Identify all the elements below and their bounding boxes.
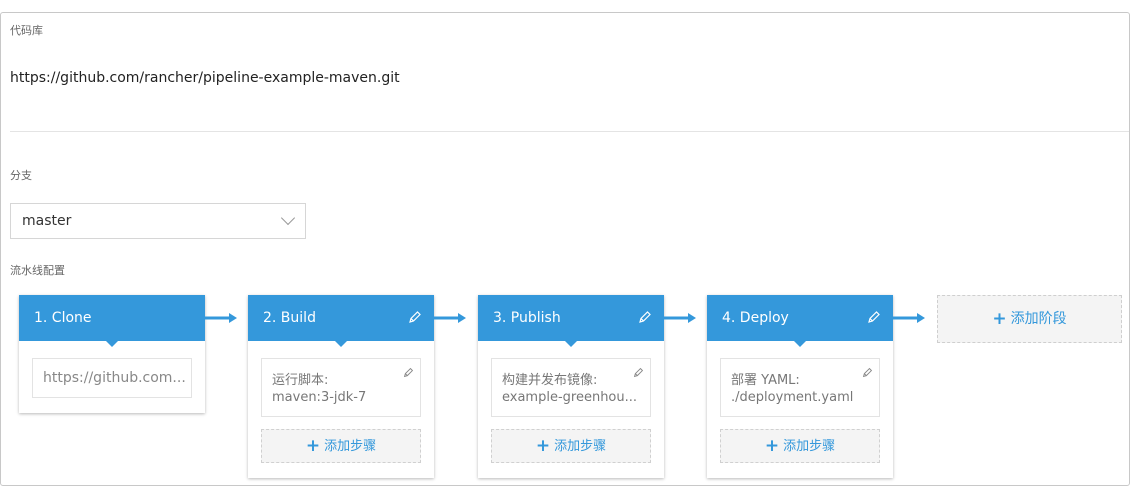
stage-header[interactable]: 1. Clone xyxy=(19,295,205,347)
pipeline-label: 流水线配置 xyxy=(10,264,65,277)
arrow-right-icon xyxy=(434,313,466,323)
stage-build: 2. Build 运行脚本: maven:3-jdk-7 + 添加步骤 xyxy=(248,295,434,478)
chevron-down-icon xyxy=(280,210,296,226)
add-step-label: 添加步骤 xyxy=(783,439,836,454)
pencil-icon[interactable] xyxy=(638,310,652,324)
stage-notch xyxy=(565,341,577,347)
pencil-icon[interactable] xyxy=(633,367,644,378)
stage-deploy: 4. Deploy 部署 YAML: ./deployment.yaml + 添加… xyxy=(707,295,893,478)
branch-label: 分支 xyxy=(10,169,32,182)
plus-icon: + xyxy=(992,309,1007,329)
branch-select[interactable]: master xyxy=(10,203,306,239)
stage-header[interactable]: 2. Build xyxy=(248,295,434,347)
add-step-button[interactable]: + 添加步骤 xyxy=(491,429,651,463)
step-title: 运行脚本: xyxy=(272,373,329,388)
step-detail: example-greenhou... xyxy=(502,390,638,405)
pencil-icon[interactable] xyxy=(862,367,873,378)
step-clone[interactable]: https://github.com... xyxy=(32,358,192,398)
step-text: https://github.com... xyxy=(43,370,186,386)
stage-header[interactable]: 3. Publish xyxy=(478,295,664,347)
step-detail: maven:3-jdk-7 xyxy=(272,390,367,405)
pencil-icon[interactable] xyxy=(867,310,881,324)
branch-select-value: master xyxy=(22,213,72,229)
divider xyxy=(10,131,1129,132)
add-step-label: 添加步骤 xyxy=(554,439,607,454)
plus-icon: + xyxy=(305,436,321,456)
stage-clone: 1. Clone https://github.com... xyxy=(19,295,205,413)
pencil-icon[interactable] xyxy=(403,367,414,378)
stage-publish: 3. Publish 构建并发布镜像: example-greenhou... … xyxy=(478,295,664,478)
stage-header[interactable]: 4. Deploy xyxy=(707,295,893,347)
add-stage-button[interactable]: + 添加阶段 xyxy=(937,295,1122,343)
add-step-button[interactable]: + 添加步骤 xyxy=(720,429,880,463)
step-deploy-yaml[interactable]: 部署 YAML: ./deployment.yaml xyxy=(720,358,880,417)
stage-title: 4. Deploy xyxy=(722,310,789,326)
plus-icon: + xyxy=(764,436,780,456)
stage-notch xyxy=(335,341,347,347)
stage-notch xyxy=(106,341,118,347)
step-title: 构建并发布镜像: xyxy=(502,373,598,388)
add-step-button[interactable]: + 添加步骤 xyxy=(261,429,421,463)
arrow-right-icon xyxy=(893,313,925,323)
stage-title: 3. Publish xyxy=(493,310,561,326)
step-title: 部署 YAML: xyxy=(731,373,800,388)
stage-title: 2. Build xyxy=(263,310,316,326)
arrow-right-icon xyxy=(205,313,237,323)
stage-notch xyxy=(794,341,806,347)
add-step-label: 添加步骤 xyxy=(324,439,377,454)
arrow-right-icon xyxy=(664,313,696,323)
add-stage-label: 添加阶段 xyxy=(1010,311,1067,327)
step-run-script[interactable]: 运行脚本: maven:3-jdk-7 xyxy=(261,358,421,417)
step-build-publish-image[interactable]: 构建并发布镜像: example-greenhou... xyxy=(491,358,651,417)
repo-label: 代码库 xyxy=(10,24,43,37)
stage-title: 1. Clone xyxy=(34,310,92,326)
repo-url: https://github.com/rancher/pipeline-exam… xyxy=(10,70,400,86)
plus-icon: + xyxy=(535,436,551,456)
step-detail: ./deployment.yaml xyxy=(731,390,854,405)
pencil-icon[interactable] xyxy=(408,310,422,324)
